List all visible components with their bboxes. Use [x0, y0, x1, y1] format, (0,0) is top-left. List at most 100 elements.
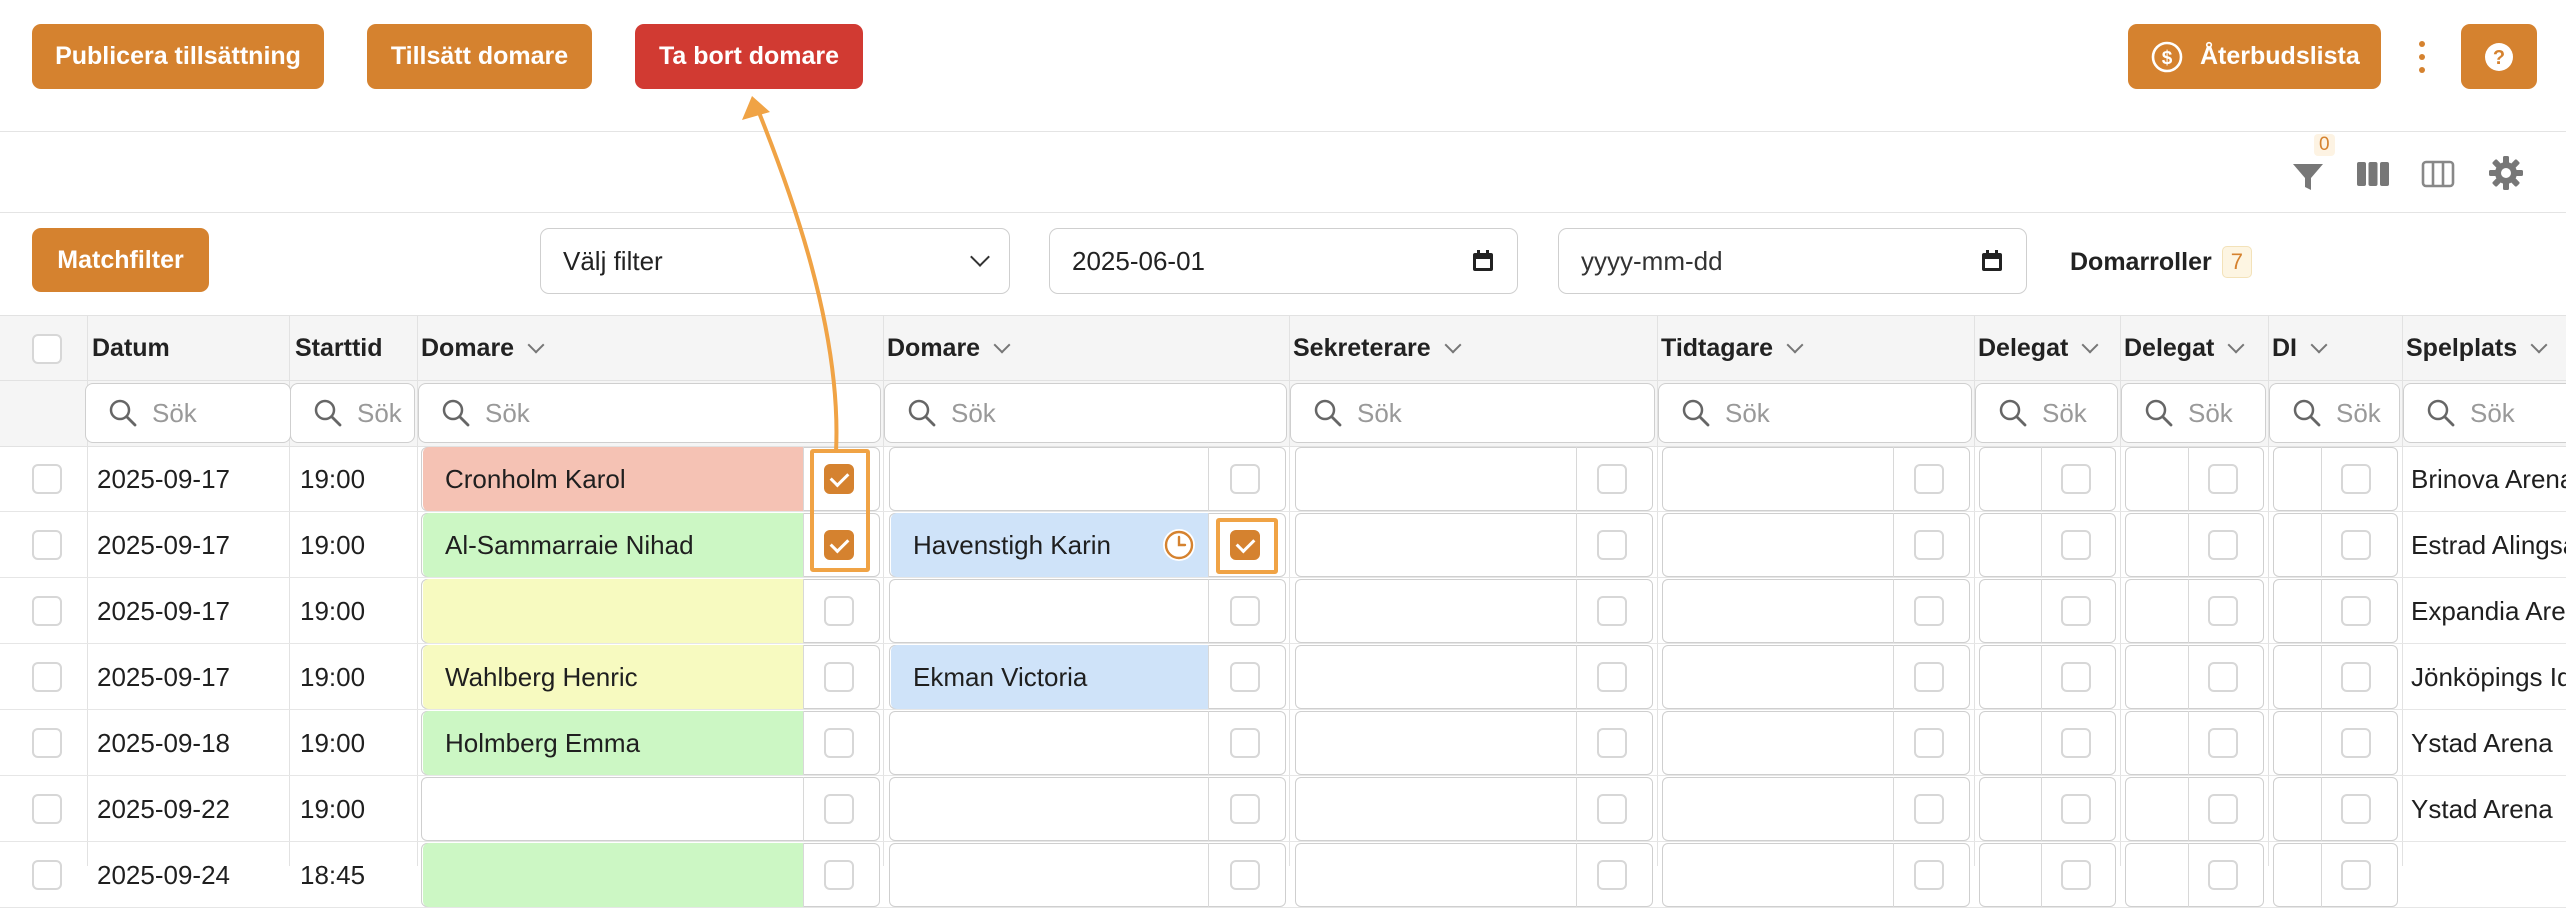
column-header-di[interactable]: DI	[2272, 316, 2328, 380]
delegate-1-checkbox[interactable]	[2061, 860, 2091, 890]
referee-2-checkbox[interactable]	[1230, 464, 1260, 494]
help-button[interactable]: ?	[2461, 24, 2537, 89]
di-cell[interactable]	[2273, 711, 2398, 775]
delegate-2-cell[interactable]	[2125, 777, 2264, 841]
delegate-1-cell[interactable]	[1979, 843, 2116, 907]
column-header-venue[interactable]: Spelplats	[2406, 316, 2548, 380]
delegate-1-checkbox[interactable]	[2061, 728, 2091, 758]
delegate-1-checkbox[interactable]	[2061, 794, 2091, 824]
row-select-checkbox[interactable]	[32, 728, 62, 758]
row-select-checkbox[interactable]	[32, 662, 62, 692]
search-input-secretary[interactable]: Sök	[1290, 383, 1655, 443]
delegate-2-checkbox[interactable]	[2208, 860, 2238, 890]
timekeeper-checkbox[interactable]	[1914, 464, 1944, 494]
di-checkbox[interactable]	[2341, 464, 2371, 494]
more-menu-icon[interactable]	[2412, 36, 2432, 78]
delegate-1-cell[interactable]	[1979, 513, 2116, 577]
select-all-checkbox[interactable]	[32, 334, 62, 364]
timekeeper-checkbox[interactable]	[1914, 794, 1944, 824]
secretary-checkbox[interactable]	[1597, 794, 1627, 824]
referee-1-checkbox[interactable]	[824, 860, 854, 890]
timekeeper-checkbox[interactable]	[1914, 596, 1944, 626]
di-checkbox[interactable]	[2341, 596, 2371, 626]
search-input-delegate-2[interactable]: Sök	[2121, 383, 2266, 443]
search-input-referee-2[interactable]: Sök	[884, 383, 1287, 443]
referee-1-cell[interactable]	[421, 777, 880, 841]
row-select-checkbox[interactable]	[32, 794, 62, 824]
referee-2-checkbox[interactable]	[1230, 794, 1260, 824]
di-cell[interactable]	[2273, 447, 2398, 511]
settings-gear-icon[interactable]	[2488, 155, 2524, 196]
secretary-checkbox[interactable]	[1597, 728, 1627, 758]
delegate-1-cell[interactable]	[1979, 645, 2116, 709]
search-input-start-time[interactable]: Sök	[290, 383, 415, 443]
column-header-secretary[interactable]: Sekreterare	[1293, 316, 1462, 380]
match-filter-button[interactable]: Matchfilter	[32, 228, 209, 292]
referee-1-name[interactable]: Al-Sammarraie Nihad	[423, 513, 803, 577]
delegate-2-cell[interactable]	[2125, 843, 2264, 907]
secretary-checkbox[interactable]	[1597, 464, 1627, 494]
di-checkbox[interactable]	[2341, 860, 2371, 890]
timekeeper-checkbox[interactable]	[1914, 728, 1944, 758]
di-cell[interactable]	[2273, 645, 2398, 709]
delegate-2-cell[interactable]	[2125, 513, 2264, 577]
remove-referee-button[interactable]: Ta bort domare	[635, 24, 863, 89]
delegate-2-cell[interactable]	[2125, 579, 2264, 643]
di-cell[interactable]	[2273, 777, 2398, 841]
secretary-checkbox[interactable]	[1597, 530, 1627, 560]
cancellation-list-button[interactable]: $ Återbudslista	[2128, 24, 2381, 89]
referee-2-cell[interactable]	[889, 579, 1286, 643]
delegate-2-checkbox[interactable]	[2208, 794, 2238, 824]
referee-1-checkbox[interactable]	[824, 596, 854, 626]
column-header-referee-1[interactable]: Domare	[421, 316, 545, 380]
referee-1-name[interactable]	[423, 579, 803, 643]
search-input-venue[interactable]: Sök	[2403, 383, 2566, 443]
di-checkbox[interactable]	[2341, 662, 2371, 692]
secretary-checkbox[interactable]	[1597, 596, 1627, 626]
row-select-checkbox[interactable]	[32, 530, 62, 560]
referee-1-name[interactable]	[423, 843, 803, 907]
filter-icon[interactable]: 0	[2290, 134, 2335, 196]
row-select-checkbox[interactable]	[32, 860, 62, 890]
publish-assignment-button[interactable]: Publicera tillsättning	[32, 24, 324, 89]
referee-1-checkbox[interactable]	[824, 728, 854, 758]
referee-2-cell[interactable]	[889, 447, 1286, 511]
referee-2-cell[interactable]	[889, 843, 1286, 907]
calendar-icon[interactable]	[1471, 249, 1495, 273]
delegate-2-checkbox[interactable]	[2208, 530, 2238, 560]
referee-1-name[interactable]: Holmberg Emma	[423, 711, 803, 775]
timekeeper-checkbox[interactable]	[1914, 530, 1944, 560]
secretary-checkbox[interactable]	[1597, 860, 1627, 890]
di-checkbox[interactable]	[2341, 794, 2371, 824]
delegate-2-cell[interactable]	[2125, 645, 2264, 709]
search-input-timekeeper[interactable]: Sök	[1658, 383, 1972, 443]
clock-icon[interactable]	[1161, 527, 1197, 563]
referee-1-name[interactable]: Wahlberg Henric	[423, 645, 803, 709]
delegate-1-cell[interactable]	[1979, 711, 2116, 775]
delegate-2-checkbox[interactable]	[2208, 596, 2238, 626]
search-input-date[interactable]: Sök	[85, 383, 291, 443]
di-cell[interactable]	[2273, 843, 2398, 907]
delegate-1-cell[interactable]	[1979, 447, 2116, 511]
calendar-icon[interactable]	[1980, 249, 2004, 273]
referee-1-checkbox[interactable]	[824, 794, 854, 824]
delegate-1-cell[interactable]	[1979, 579, 2116, 643]
delegate-2-checkbox[interactable]	[2208, 728, 2238, 758]
referee-2-checkbox[interactable]	[1230, 596, 1260, 626]
secretary-checkbox[interactable]	[1597, 662, 1627, 692]
referee-1-checkbox[interactable]	[824, 662, 854, 692]
di-cell[interactable]	[2273, 513, 2398, 577]
column-header-date[interactable]: Datum	[92, 316, 170, 380]
column-layout-icon[interactable]	[2421, 160, 2455, 193]
referee-2-cell[interactable]	[889, 711, 1286, 775]
referee-2-checkbox[interactable]	[1230, 662, 1260, 692]
referee-1-name[interactable]: Cronholm Karol	[423, 447, 803, 511]
referee-2-checkbox[interactable]	[1230, 860, 1260, 890]
delegate-2-cell[interactable]	[2125, 447, 2264, 511]
columns-view-icon[interactable]	[2356, 160, 2390, 193]
referee-roles-filter[interactable]: Domarroller 7	[2070, 244, 2252, 280]
delegate-1-checkbox[interactable]	[2061, 596, 2091, 626]
search-input-di[interactable]: Sök	[2269, 383, 2400, 443]
search-input-referee-1[interactable]: Sök	[418, 383, 881, 443]
timekeeper-checkbox[interactable]	[1914, 860, 1944, 890]
